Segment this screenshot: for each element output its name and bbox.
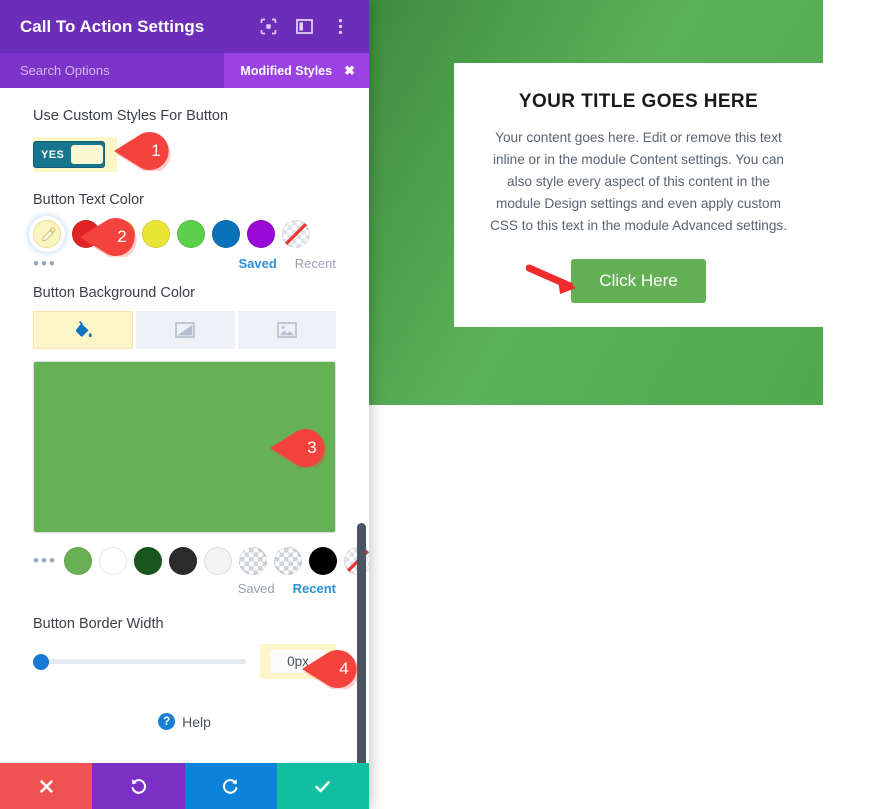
close-icon: [39, 779, 53, 793]
text-color-more-dots[interactable]: •••: [33, 255, 67, 272]
bg-tab-image[interactable]: [237, 311, 336, 350]
swatch-orange[interactable]: [107, 220, 135, 249]
search-input[interactable]: [20, 63, 220, 78]
custom-styles-toggle-wrap: YES: [33, 137, 117, 173]
slider-knob[interactable]: [33, 653, 49, 670]
text-color-saved-link[interactable]: Saved: [238, 256, 276, 271]
swatch-blue[interactable]: [212, 220, 240, 249]
cta-title: YOUR TITLE GOES HERE: [518, 91, 759, 112]
swatch-near-black[interactable]: [168, 547, 197, 576]
more-options-icon[interactable]: [331, 18, 349, 36]
swatch-transparent-2[interactable]: [273, 547, 302, 576]
header-icon-group: [259, 18, 355, 36]
help-label: Help: [182, 713, 211, 730]
swatch-off-white[interactable]: [203, 547, 232, 576]
cancel-button[interactable]: [0, 763, 93, 809]
panel-search-bar: Modified Styles ✖: [0, 53, 369, 88]
question-mark-icon: ?: [158, 713, 176, 731]
focus-icon[interactable]: [259, 18, 277, 36]
button-border-width-row: [33, 644, 336, 680]
bg-tab-gradient[interactable]: [136, 311, 235, 350]
preview-pointer-arrow: [526, 264, 576, 295]
save-button[interactable]: [276, 763, 369, 809]
background-color-links: Saved Recent: [33, 581, 336, 596]
button-background-color-label: Button Background Color: [33, 285, 196, 302]
cta-button-row: Click Here: [480, 259, 797, 304]
swatch-red[interactable]: [72, 220, 100, 249]
panel-header: Call To Action Settings: [0, 0, 369, 53]
swatch-yellow[interactable]: [142, 220, 170, 249]
border-width-input[interactable]: [270, 650, 326, 674]
check-icon: [315, 780, 331, 792]
swatch-none[interactable]: [282, 220, 310, 249]
toggle-label: YES: [41, 148, 65, 161]
custom-styles-toggle[interactable]: YES: [33, 141, 105, 169]
swatch-dark-green[interactable]: [133, 547, 162, 576]
help-link[interactable]: ? Help: [33, 713, 336, 731]
close-icon[interactable]: ✖: [344, 64, 355, 77]
text-color-links: Saved Recent: [67, 256, 336, 271]
modified-styles-badge[interactable]: Modified Styles ✖: [224, 53, 369, 88]
panel-body: Use Custom Styles For Button YES Button …: [0, 88, 369, 763]
panel-scrollbar[interactable]: [357, 523, 366, 763]
background-color-preview[interactable]: [33, 361, 336, 534]
background-type-tabs: [33, 311, 336, 350]
redo-button[interactable]: [184, 763, 277, 809]
undo-icon: [131, 778, 146, 794]
cta-module-preview: YOUR TITLE GOES HERE Your content goes h…: [454, 63, 823, 327]
panel-footer: [0, 763, 369, 809]
swatch-green[interactable]: [63, 547, 92, 576]
page-title: Call To Action Settings: [20, 16, 205, 36]
screenshot-root: YOUR TITLE GOES HERE Your content goes h…: [0, 0, 880, 809]
swatch-black[interactable]: [308, 547, 337, 576]
background-color-recent-link[interactable]: Recent: [293, 581, 336, 596]
toggle-knob: [71, 145, 104, 165]
swatch-white[interactable]: [98, 547, 127, 576]
custom-styles-label: Use Custom Styles For Button: [33, 108, 229, 124]
button-background-color-swatches: •••: [33, 547, 369, 576]
swatch-transparent-1[interactable]: [238, 547, 267, 576]
swatch-green[interactable]: [177, 220, 205, 249]
modified-styles-label: Modified Styles: [240, 63, 333, 78]
bg-tab-solid[interactable]: [33, 311, 134, 350]
swatch-purple[interactable]: [247, 220, 275, 249]
button-border-width-label: Button Border Width: [33, 616, 164, 633]
border-width-value-wrap: [260, 644, 336, 680]
cta-body-text: Your content goes here. Edit or remove t…: [490, 130, 787, 234]
redo-icon: [223, 778, 238, 794]
border-width-slider[interactable]: [33, 653, 246, 670]
button-text-color-swatches: [33, 220, 336, 249]
call-to-action-settings-panel: Call To Action Settings Search Options M…: [0, 0, 369, 809]
button-text-color-label: Button Text Color: [33, 192, 144, 209]
background-color-saved-link[interactable]: Saved: [238, 581, 275, 596]
layout-icon[interactable]: [295, 18, 313, 36]
eyedropper-icon[interactable]: [33, 220, 61, 249]
text-color-recent-link[interactable]: Recent: [295, 256, 336, 271]
background-color-more-dots[interactable]: •••: [33, 552, 57, 569]
undo-button[interactable]: [92, 763, 185, 809]
